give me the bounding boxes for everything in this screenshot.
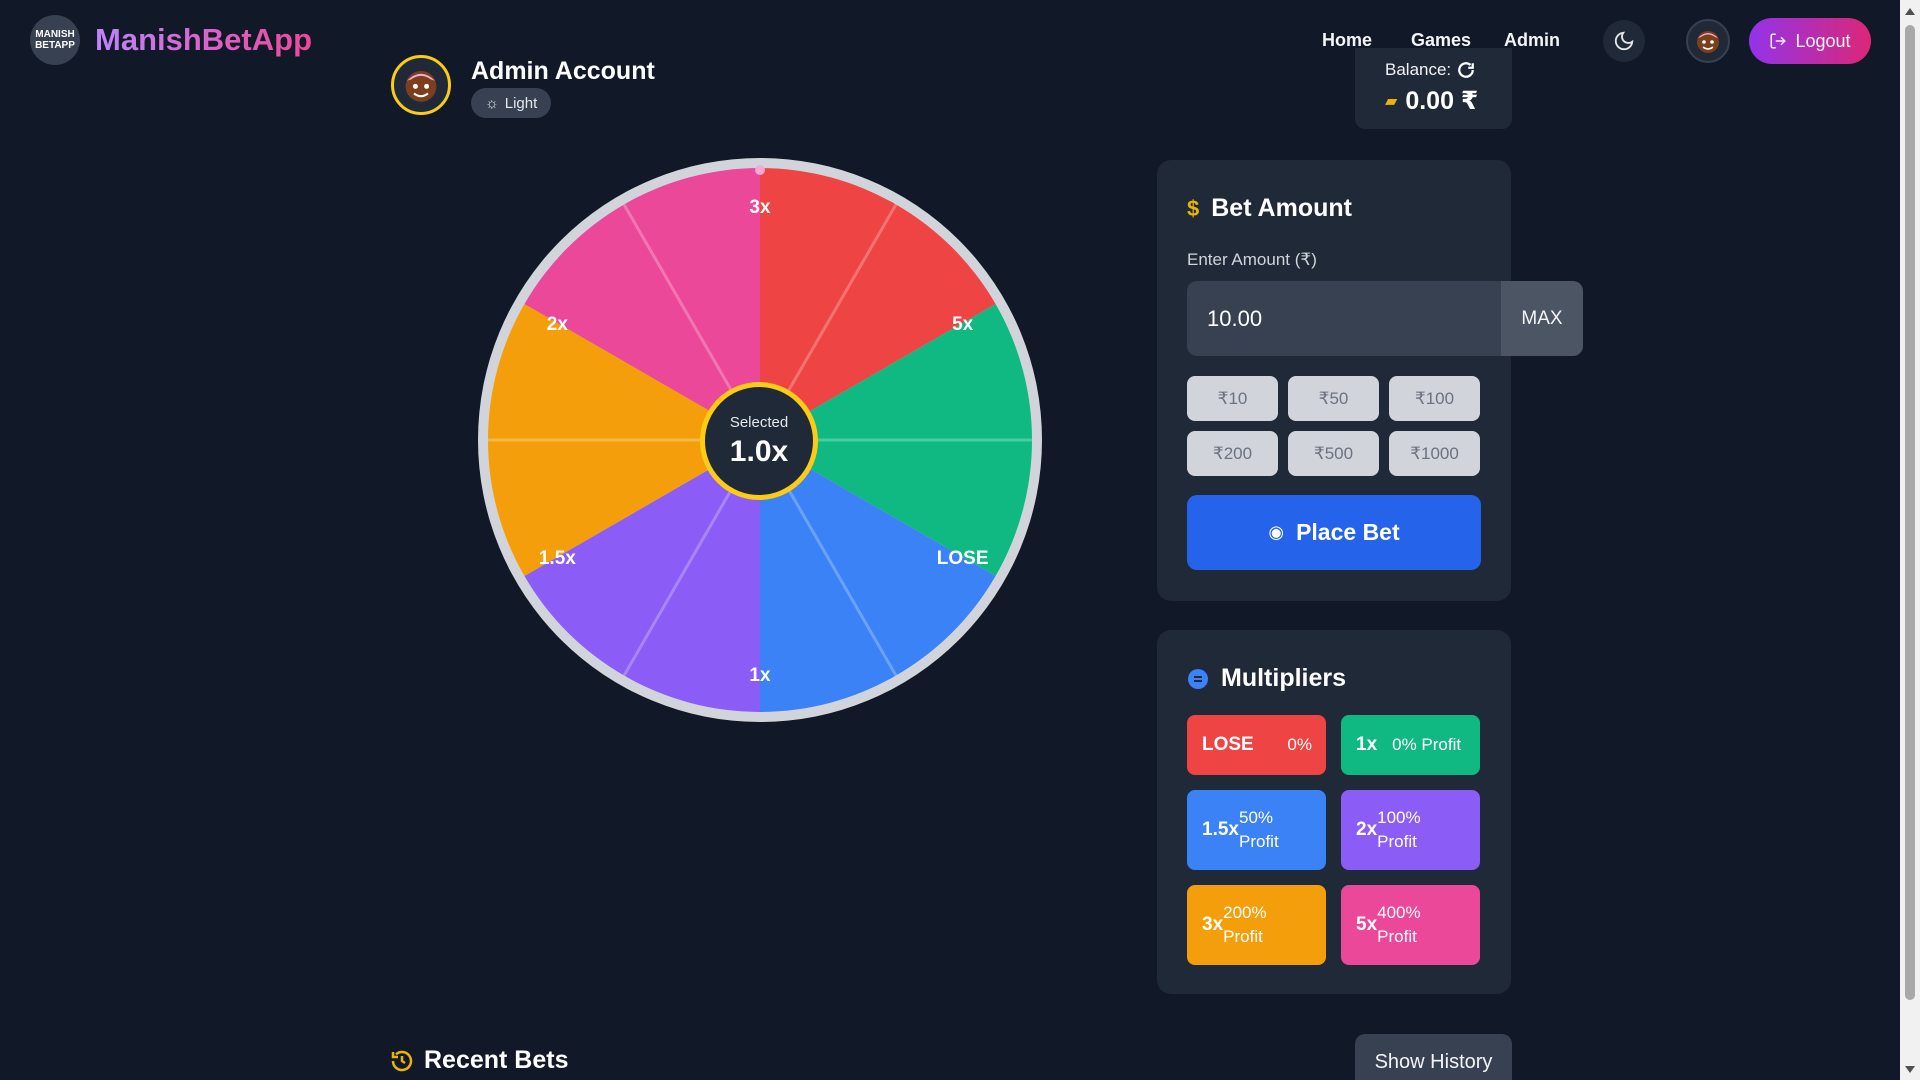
- recent-bets-label: Recent Bets: [424, 1046, 569, 1074]
- sun-icon: ☼: [485, 94, 499, 112]
- multiplier-key: LOSE: [1202, 734, 1254, 755]
- wheel-segment-label: 2x: [547, 314, 569, 335]
- page-scrollbar[interactable]: [1900, 0, 1920, 1080]
- multiplier-card-1-5x: 1.5x 50% Profit: [1187, 790, 1326, 870]
- quick-amount-1000[interactable]: ₹1000: [1389, 431, 1480, 476]
- multipliers-panel: Multipliers LOSE 0% 1x 0% Profit 1.5x 50…: [1157, 630, 1511, 994]
- history-icon: [391, 1050, 413, 1071]
- logout-label: Logout: [1795, 30, 1851, 51]
- hub-selected-value: 1.0x: [729, 434, 789, 468]
- place-bet-button[interactable]: ◉ Place Bet: [1187, 495, 1481, 570]
- multiplier-card-5x: 5x 400% Profit: [1341, 885, 1480, 965]
- multiplier-desc: 200% Profit: [1223, 903, 1267, 946]
- account-avatar: [391, 55, 451, 115]
- refresh-icon[interactable]: [1457, 61, 1475, 79]
- multiplier-card-lose: LOSE 0%: [1187, 715, 1326, 775]
- bet-panel-title: Bet Amount: [1211, 194, 1352, 222]
- multiplier-desc: 0% Profit: [1392, 735, 1462, 754]
- scroll-thumb[interactable]: [1905, 25, 1915, 1000]
- multiplier-key: 1.5x: [1202, 819, 1239, 840]
- money-icon: ▰: [1385, 93, 1398, 110]
- balance-card: Balance: ▰ 0.00 ₹: [1355, 48, 1512, 129]
- bet-panel: $ Bet Amount Enter Amount (₹) MAX ₹10 ₹5…: [1157, 160, 1583, 601]
- scroll-down-arrow[interactable]: [1905, 1066, 1915, 1073]
- place-bet-label: Place Bet: [1296, 519, 1400, 545]
- app-logo[interactable]: MANISH BETAPP: [30, 15, 80, 65]
- avatar-icon: [405, 71, 437, 102]
- wheel-segment-label: 1x: [749, 665, 771, 686]
- multiplier-desc: 0%: [1287, 735, 1312, 754]
- avatar-icon: [1697, 31, 1719, 53]
- app-title[interactable]: ManishBetApp: [95, 22, 312, 58]
- quick-amount-50[interactable]: ₹50: [1288, 376, 1379, 421]
- user-avatar-button[interactable]: [1686, 19, 1730, 63]
- moon-icon: [1614, 31, 1634, 51]
- balance-label: Balance:: [1385, 60, 1452, 79]
- multiplier-key: 3x: [1202, 914, 1224, 935]
- quick-amount-500[interactable]: ₹500: [1288, 431, 1379, 476]
- multipliers-title: Multipliers: [1221, 664, 1347, 692]
- logout-button[interactable]: Logout: [1749, 18, 1871, 64]
- recent-bets-title: Recent Bets: [390, 1046, 569, 1075]
- theme-toggle-button[interactable]: [1603, 20, 1645, 62]
- multiplier-key: 1x: [1356, 734, 1378, 755]
- logo-text-line2: BETAPP: [35, 40, 75, 51]
- account-name: Admin Account: [471, 57, 655, 85]
- wheel-segment-label: 3x: [749, 197, 771, 218]
- quick-amount-100[interactable]: ₹100: [1389, 376, 1480, 421]
- logout-icon: [1770, 33, 1787, 49]
- multiplier-desc: 100% Profit: [1377, 808, 1421, 851]
- wheel-center-hub: Selected 1.0x: [700, 382, 818, 500]
- amount-input[interactable]: [1187, 281, 1501, 356]
- coins-icon: ◉: [1268, 522, 1285, 542]
- amount-label: Enter Amount (₹): [1187, 250, 1317, 269]
- multiplier-desc: 50% Profit: [1238, 808, 1279, 851]
- multiplier-key: 2x: [1356, 819, 1378, 840]
- wheel-segment-label: 5x: [952, 314, 974, 335]
- logo-text-line1: MANISH: [35, 29, 75, 40]
- multiplier-desc: 400% Profit: [1377, 903, 1421, 946]
- multiplier-card-1x: 1x 0% Profit: [1341, 715, 1480, 775]
- multiplier-icon: [1188, 668, 1208, 689]
- multiplier-card-3x: 3x 200% Profit: [1187, 885, 1326, 965]
- multiplier-key: 5x: [1356, 914, 1378, 935]
- nav-admin[interactable]: Admin: [1504, 30, 1560, 51]
- account-theme-badge[interactable]: ☼ Light: [471, 88, 552, 118]
- max-button[interactable]: MAX: [1501, 281, 1583, 356]
- hub-selected-label: Selected: [729, 413, 789, 431]
- money-bag-icon: $: [1187, 195, 1200, 221]
- scroll-up-arrow[interactable]: [1905, 8, 1915, 15]
- quick-amount-10[interactable]: ₹10: [1187, 376, 1278, 421]
- show-history-button[interactable]: Show History: [1355, 1034, 1512, 1080]
- multiplier-card-2x: 2x 100% Profit: [1341, 790, 1480, 870]
- wheel-segment-label: 1.5x: [539, 548, 576, 569]
- balance-value: 0.00 ₹: [1405, 87, 1479, 115]
- quick-amount-200[interactable]: ₹200: [1187, 431, 1278, 476]
- account-theme-label: Light: [504, 94, 538, 112]
- wheel-segment-label: LOSE: [937, 548, 989, 569]
- wheel-pointer: [755, 165, 765, 175]
